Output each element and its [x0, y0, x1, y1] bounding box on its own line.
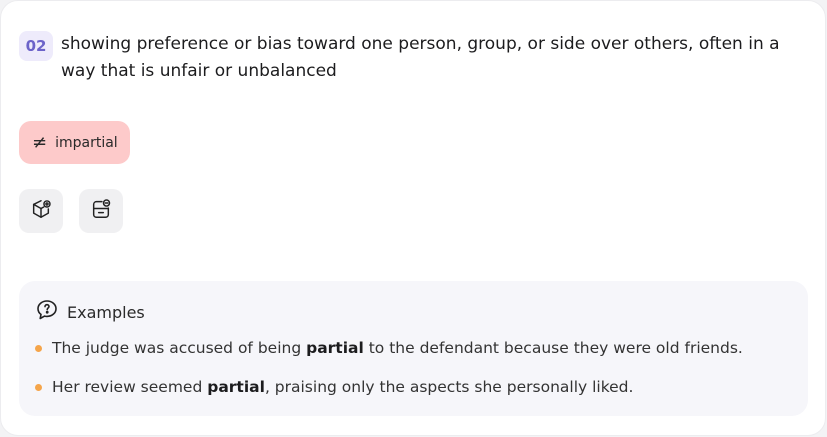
highlighted-term: partial: [306, 339, 364, 357]
antonym-word: impartial: [55, 134, 118, 151]
add-to-collection-button[interactable]: [19, 189, 63, 233]
definition-text: showing preference or bias toward one pe…: [61, 34, 780, 81]
sense-number-badge: 02: [19, 31, 53, 61]
example-item: Her review seemed partial, praising only…: [35, 378, 633, 396]
example-sentence: The judge was accused of being partial t…: [52, 339, 743, 357]
definition-card: 02 showing preference or bias toward one…: [0, 0, 826, 436]
example-item: The judge was accused of being partial t…: [35, 339, 743, 357]
cube-add-icon: [30, 198, 52, 224]
question-bubble-icon: [35, 298, 59, 326]
examples-header: Examples: [35, 298, 145, 326]
bullet-dot: [35, 383, 42, 391]
example-sentence: Her review seemed partial, praising only…: [52, 378, 634, 396]
not-equal-icon: ≠: [32, 131, 48, 153]
highlighted-term: partial: [207, 378, 265, 396]
remove-from-storage-button[interactable]: [79, 189, 123, 233]
bullet-dot: [35, 344, 42, 352]
examples-title: Examples: [67, 302, 145, 322]
antonym-chip[interactable]: ≠ impartial: [19, 121, 130, 164]
examples-panel: Examples The judge was accused of being …: [19, 281, 808, 416]
storage-remove-icon: [90, 198, 112, 224]
